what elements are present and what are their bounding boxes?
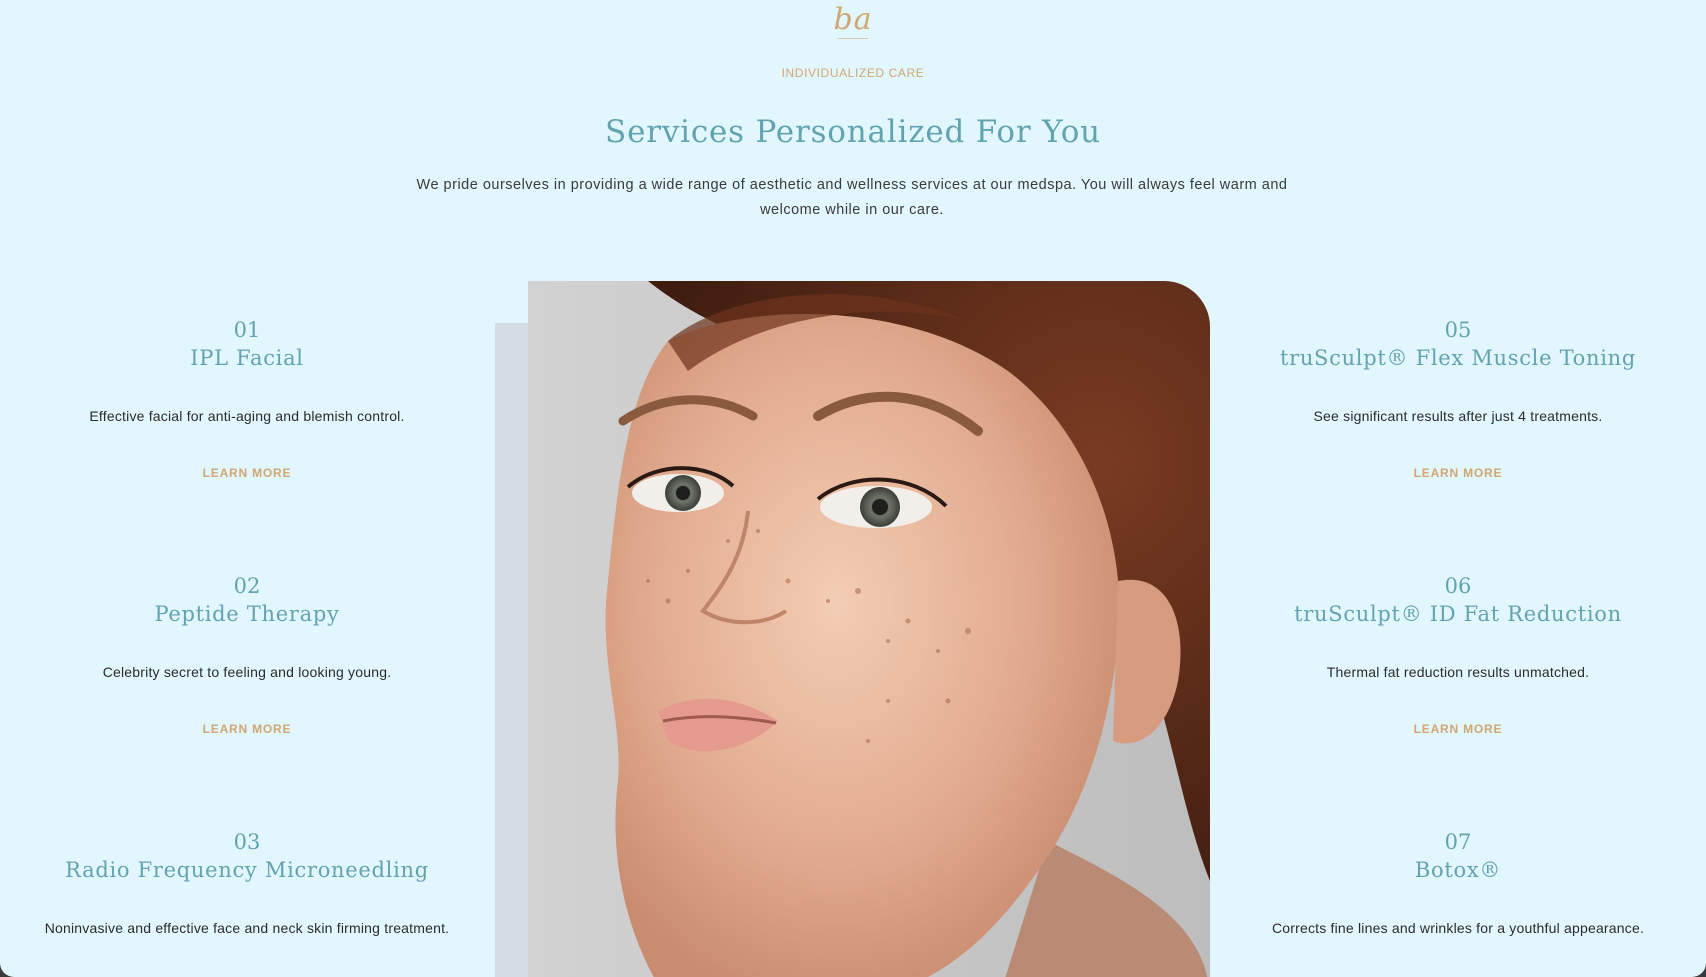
service-number: 01 bbox=[233, 318, 261, 342]
service-title: IPL Facial bbox=[190, 346, 304, 370]
service-number: 03 bbox=[233, 830, 261, 854]
service-description: Thermal fat reduction results unmatched. bbox=[1326, 664, 1590, 680]
service-description: Effective facial for anti-aging and blem… bbox=[89, 408, 405, 424]
service-title: truSculpt® Flex Muscle Toning bbox=[1279, 346, 1637, 370]
service-title: Botox® bbox=[1414, 858, 1502, 882]
learn-more-link[interactable]: LEARN MORE bbox=[0, 466, 494, 480]
service-description: See significant results after just 4 tre… bbox=[1313, 408, 1603, 424]
service-card-peptide-therapy: 02 Peptide Therapy Celebrity secret to f… bbox=[0, 572, 494, 736]
service-card-trusculpt-flex: 05 truSculpt® Flex Muscle Toning See sig… bbox=[1211, 316, 1705, 480]
service-card-trusculpt-id: 06 truSculpt® ID Fat Reduction Thermal f… bbox=[1211, 572, 1705, 736]
section-title: Services Personalized For You bbox=[605, 114, 1101, 150]
model-portrait-image bbox=[528, 281, 1210, 977]
service-card-botox: 07 Botox® Corrects fine lines and wrinkl… bbox=[1211, 828, 1705, 936]
portrait-illustration bbox=[528, 281, 1210, 977]
service-number: 07 bbox=[1444, 830, 1472, 854]
page: ba INDIVIDUALIZED CARE Services Personal… bbox=[0, 0, 1706, 977]
service-title: Radio Frequency Microneedling bbox=[65, 858, 429, 882]
learn-more-link[interactable]: LEARN MORE bbox=[0, 722, 494, 736]
service-card-ipl-facial: 01 IPL Facial Effective facial for anti-… bbox=[0, 316, 494, 480]
service-number: 05 bbox=[1444, 318, 1472, 342]
section-description: We pride ourselves in providing a wide r… bbox=[416, 177, 1288, 218]
section-eyebrow: INDIVIDUALIZED CARE bbox=[781, 66, 925, 80]
service-description: Noninvasive and effective face and neck … bbox=[44, 920, 450, 936]
service-number: 02 bbox=[233, 574, 261, 598]
learn-more-link[interactable]: LEARN MORE bbox=[1211, 466, 1705, 480]
service-description: Celebrity secret to feeling and looking … bbox=[102, 664, 392, 680]
learn-more-link[interactable]: LEARN MORE bbox=[1211, 722, 1705, 736]
service-card-rf-microneedling: 03 Radio Frequency Microneedling Noninva… bbox=[0, 828, 494, 936]
service-description: Corrects fine lines and wrinkles for a y… bbox=[1271, 920, 1645, 936]
photo-backdrop bbox=[495, 323, 529, 977]
service-title: Peptide Therapy bbox=[154, 602, 340, 626]
service-title: truSculpt® ID Fat Reduction bbox=[1294, 602, 1622, 626]
brand-logo[interactable]: ba bbox=[0, 2, 1706, 37]
logo-underline bbox=[838, 38, 868, 39]
service-number: 06 bbox=[1444, 574, 1472, 598]
